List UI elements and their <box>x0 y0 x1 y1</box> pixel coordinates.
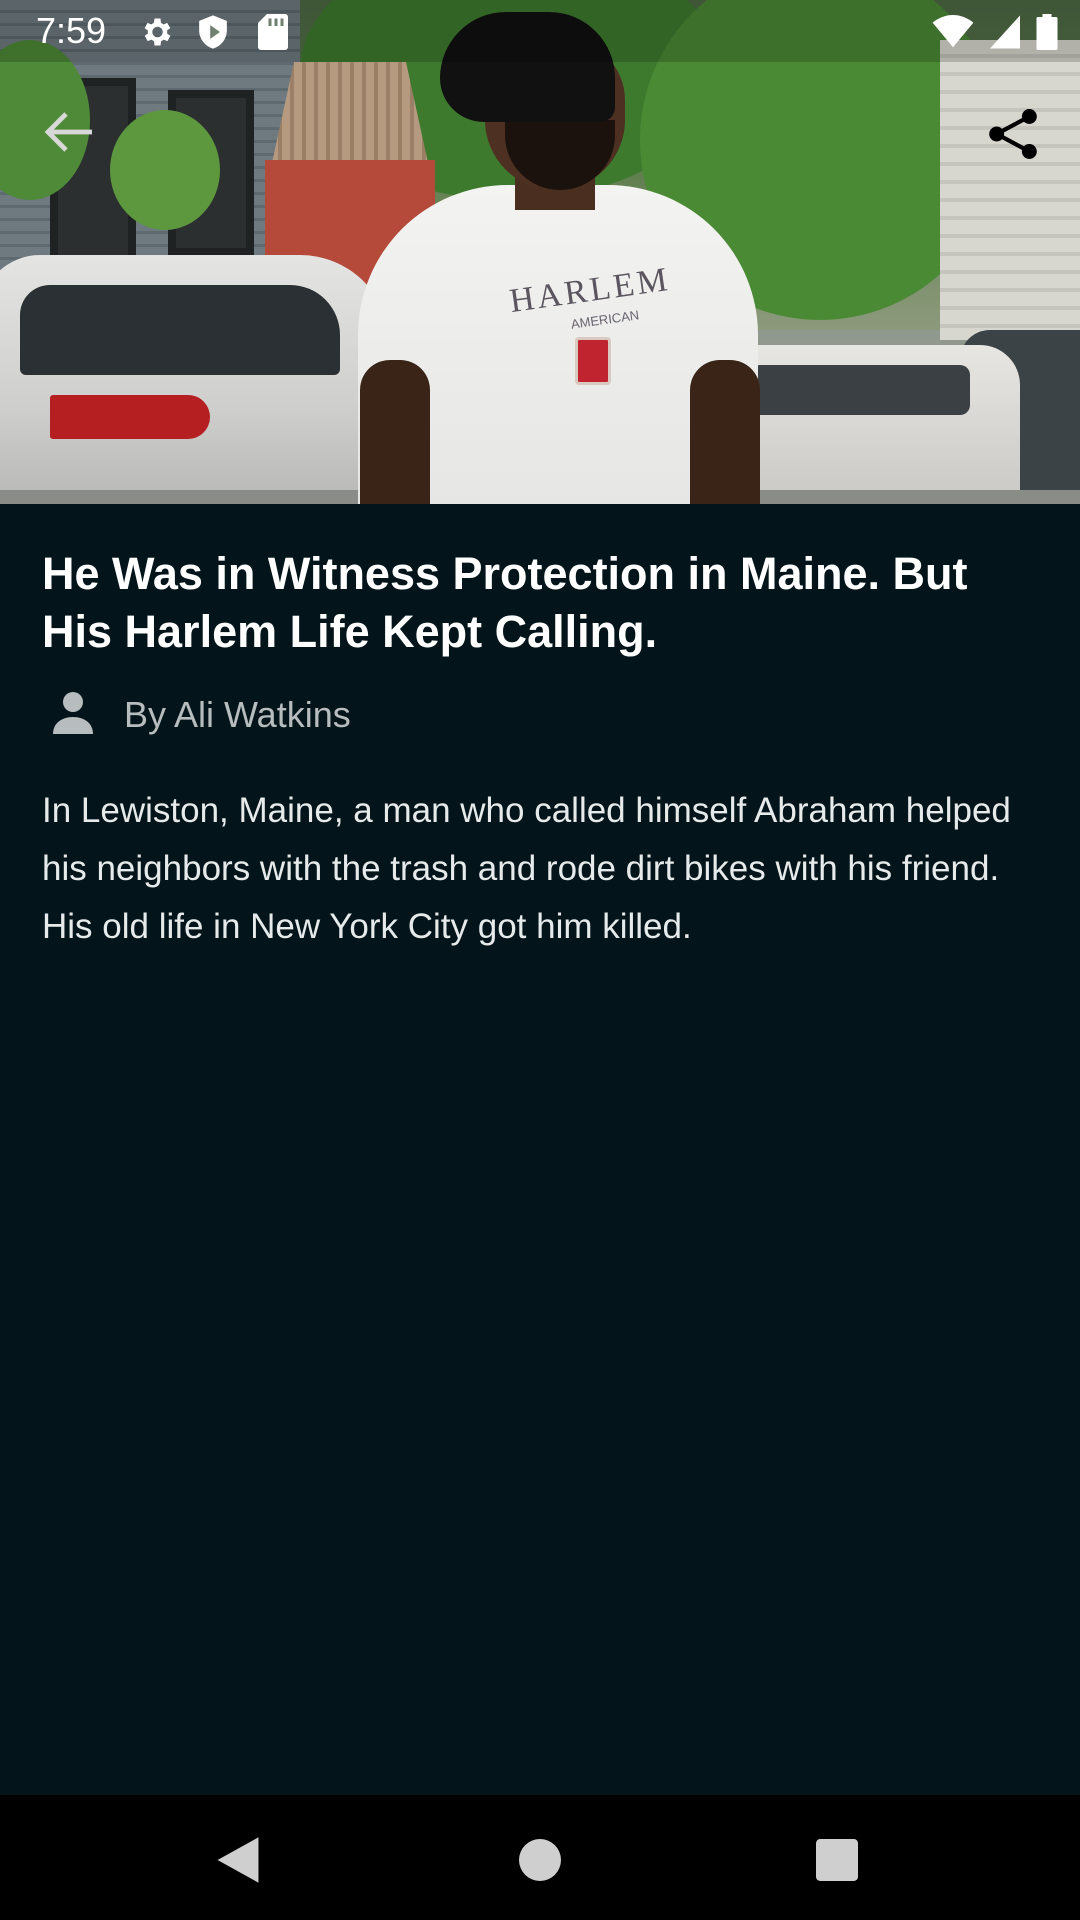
system-nav-bar <box>0 1795 1080 1920</box>
parked-suv <box>0 255 390 504</box>
nav-back-button[interactable] <box>203 1825 273 1895</box>
building-right <box>940 40 1080 340</box>
arrow-back-icon <box>44 112 92 152</box>
article-summary: In Lewiston, Maine, a man who called him… <box>42 791 1011 946</box>
article-headline: He Was in Witness Protection in Maine. B… <box>42 548 968 657</box>
byline-author: By Ali Watkins <box>124 693 351 735</box>
shield-icon <box>196 14 230 55</box>
settings-icon <box>138 14 174 55</box>
signal-icon <box>990 15 1020 54</box>
wifi-icon <box>932 15 974 54</box>
sd-card-icon <box>258 14 288 55</box>
person-arm <box>690 360 760 504</box>
nav-recents-button[interactable] <box>802 1825 872 1895</box>
tree-foliage <box>110 110 220 230</box>
pendant <box>575 337 611 385</box>
article-hero-image: HARLEM AMERICAN <box>0 0 1080 504</box>
home-circle-icon <box>519 1839 561 1881</box>
parked-car <box>720 345 1020 504</box>
battery-icon <box>1036 14 1058 55</box>
person-arm <box>360 360 430 504</box>
person-icon <box>48 688 98 741</box>
status-time: 7:59 <box>36 10 107 51</box>
back-button[interactable] <box>40 108 110 162</box>
back-triangle-icon <box>217 1837 259 1883</box>
byline: By Ali Watkins <box>48 688 351 741</box>
share-button[interactable] <box>985 106 1047 168</box>
status-bar: 7:59 <box>0 0 1080 62</box>
recents-square-icon <box>816 1839 858 1881</box>
share-icon <box>989 109 1037 159</box>
shop-awning <box>270 62 430 172</box>
nav-home-button[interactable] <box>505 1825 575 1895</box>
